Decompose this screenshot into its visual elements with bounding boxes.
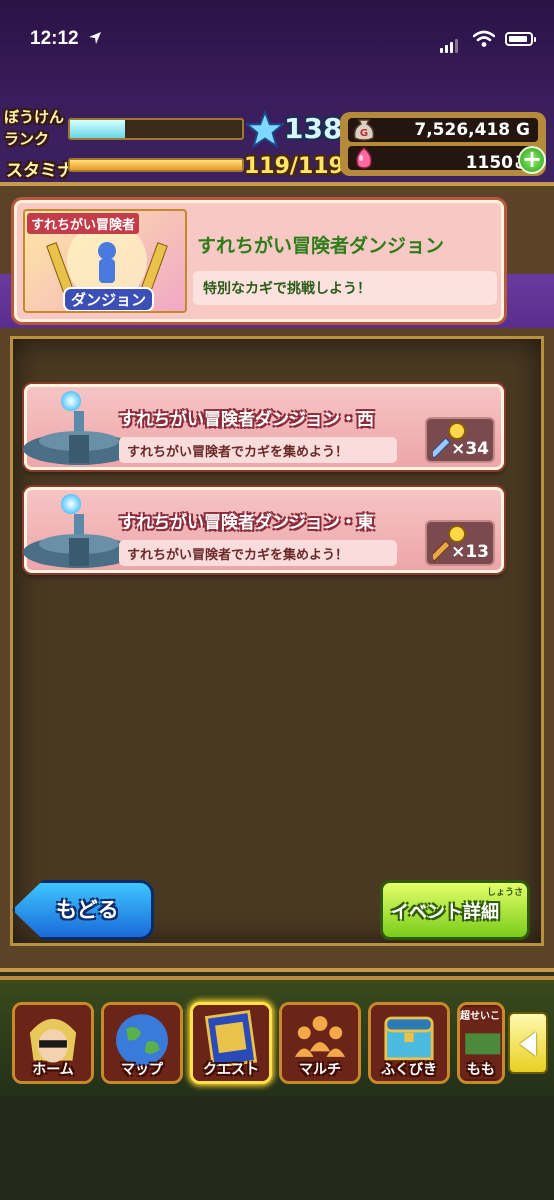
nav-lottery[interactable]: ふくびき: [368, 1002, 450, 1084]
nav-scroll-button[interactable]: [508, 1012, 548, 1074]
nav-label: ふくびき: [381, 1062, 437, 1078]
cellular-signal-icon: [440, 34, 460, 53]
event-detail-label: イベント詳細: [391, 902, 499, 923]
nav-label: ホーム: [32, 1062, 74, 1078]
stamina-value: 119/119: [244, 154, 344, 179]
back-button-label: もどる: [56, 898, 119, 922]
gold-unit: G: [516, 120, 530, 140]
event-art: すれちがい冒険者 ダンジョン: [23, 209, 187, 313]
quest-title: すれちがい冒険者ダンジョン・東: [119, 513, 374, 533]
nav-badge: 超せいこ: [460, 1011, 500, 1022]
status-time: 12:12: [30, 28, 79, 49]
event-art-caption: ダンジョン: [63, 287, 155, 311]
rank-value: 138: [284, 112, 343, 145]
nav-label: クエスト: [203, 1062, 259, 1078]
nav-multi[interactable]: マルチ: [279, 1002, 361, 1084]
quest-card-east[interactable]: すれちがい冒険者ダンジョン・東 すれちがい冒険者でカギを集めよう！ ×13: [23, 487, 504, 573]
chevron-left-icon: [520, 1032, 536, 1056]
gold-bag-icon: G: [353, 119, 375, 141]
nav-home[interactable]: ホーム: [12, 1002, 94, 1084]
gold-row: G 7,526,418 G: [348, 118, 538, 142]
rank-progress-fill: [70, 120, 126, 138]
bottom-area: [0, 1096, 554, 1200]
quest-title: すれちがい冒険者ダンジョン・西: [119, 410, 374, 430]
nav-label: マルチ: [299, 1062, 341, 1078]
gem-icon: [356, 147, 372, 169]
event-detail-button[interactable]: しょうさい イベント詳細: [380, 880, 530, 940]
event-banner[interactable]: すれちがい冒険者 ダンジョン すれちがい冒険者ダンジョン 特別なカギで挑戦しよう…: [14, 200, 504, 322]
event-title: すれちがい冒険者ダンジョン: [197, 235, 445, 257]
svg-text:G: G: [360, 128, 368, 139]
location-arrow-icon: [89, 32, 101, 44]
nav-quest[interactable]: クエスト: [190, 1002, 272, 1084]
key-count: ×13: [451, 542, 489, 562]
key-count: ×34: [451, 439, 489, 459]
add-gems-button[interactable]: +: [518, 146, 546, 174]
gold-value: 7,526,418: [414, 120, 511, 140]
nav-label: マップ: [121, 1062, 163, 1078]
gem-row: 1150こ: [348, 146, 538, 173]
battery-icon: [505, 32, 536, 46]
key-counter: ×13: [425, 520, 495, 566]
gem-value: 1150: [465, 153, 513, 173]
back-button[interactable]: もどる: [12, 880, 154, 940]
star-icon: [246, 110, 284, 148]
event-subtitle: 特別なカギで挑戦しよう！: [193, 271, 497, 305]
wifi-icon: [473, 30, 495, 47]
adventure-rank-label: ぼうけん ランク: [4, 108, 65, 148]
currency-panel: G 7,526,418 G 1150こ: [340, 112, 546, 176]
quest-subtitle: すれちがい冒険者でカギを集めよう！: [119, 437, 397, 463]
bottom-nav: ホーム マップ クエスト マルチ ふくびき 超せいこ もも: [0, 976, 554, 1096]
stamina-label: スタミナ: [6, 161, 74, 181]
nav-map[interactable]: マップ: [101, 1002, 183, 1084]
nav-more[interactable]: 超せいこ もも: [457, 1002, 505, 1084]
quest-subtitle: すれちがい冒険者でカギを集めよう！: [119, 540, 397, 566]
key-counter: ×34: [425, 417, 495, 463]
quest-card-west[interactable]: すれちがい冒険者ダンジョン・西 すれちがい冒険者でカギを集めよう！ ×34: [23, 384, 504, 470]
stamina-fill: [70, 160, 242, 170]
stamina-bar: [68, 158, 244, 172]
nav-label: もも: [467, 1062, 495, 1078]
event-art-tag: すれちがい冒険者: [27, 213, 140, 234]
status-bar: 12:12: [0, 0, 554, 84]
rank-progress-bar: [68, 118, 244, 140]
orb-icon: [61, 391, 81, 411]
orb-icon: [61, 494, 81, 514]
